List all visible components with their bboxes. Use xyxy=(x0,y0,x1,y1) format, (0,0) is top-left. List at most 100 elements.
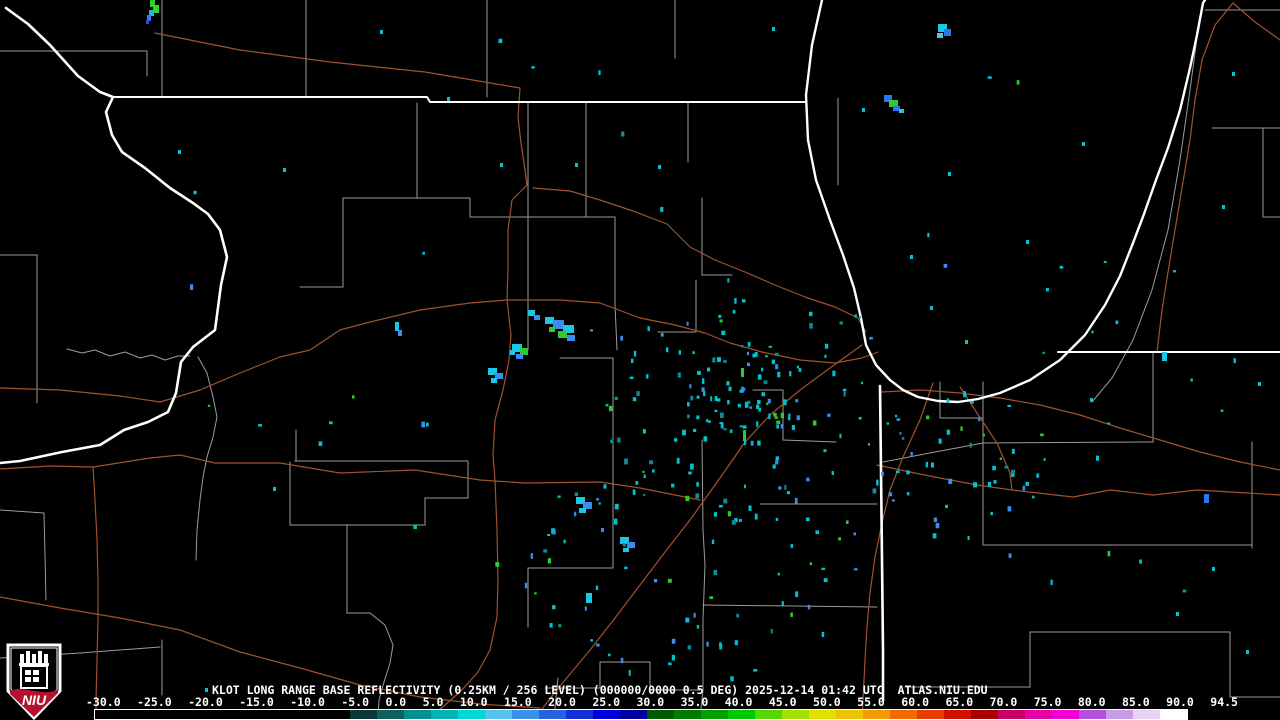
colorbar-tick-label: -5.0 xyxy=(341,695,370,709)
radar-echo xyxy=(714,409,718,413)
radar-echo xyxy=(899,109,904,113)
radar-echo xyxy=(543,549,548,553)
colorbar-segment xyxy=(809,710,836,719)
radar-echo xyxy=(910,451,913,456)
colorbar-segment xyxy=(350,710,377,719)
radar-echo xyxy=(930,462,934,468)
radar-echo xyxy=(1007,404,1012,408)
radar-echo xyxy=(552,530,556,535)
radar-echo xyxy=(993,480,997,484)
radar-echo xyxy=(805,517,810,522)
radar-echo xyxy=(795,591,799,598)
radar-echo xyxy=(761,367,764,372)
radar-echo xyxy=(775,456,779,461)
radar-echo xyxy=(812,420,817,426)
radar-echo xyxy=(1090,398,1093,402)
radar-echo xyxy=(630,358,634,364)
radar-echo xyxy=(395,322,399,331)
radar-echo xyxy=(757,399,761,405)
radar-echo xyxy=(987,481,992,487)
radar-echo xyxy=(1032,495,1035,499)
radar-echo xyxy=(727,399,730,405)
radar-echo xyxy=(742,425,747,429)
radar-echo xyxy=(1022,485,1026,491)
radar-echo xyxy=(824,354,827,358)
radar-echo xyxy=(967,536,970,540)
radar-echo xyxy=(703,436,708,442)
radar-echo xyxy=(756,421,759,427)
radar-echo xyxy=(992,465,996,471)
colorbar-tick-label: 0.0 xyxy=(385,695,407,709)
radar-echo xyxy=(687,414,690,419)
radar-echo xyxy=(718,314,722,318)
radar-echo xyxy=(713,512,718,517)
radar-echo xyxy=(668,662,672,666)
colorbar-segment xyxy=(1052,710,1079,719)
radar-echo xyxy=(717,398,721,402)
radar-echo xyxy=(791,424,795,431)
radar-echo xyxy=(1172,270,1177,273)
radar-echo xyxy=(689,384,692,389)
radar-echo xyxy=(895,470,900,473)
colorbar-tick-label: -30.0 xyxy=(86,695,121,709)
radar-echo xyxy=(774,460,779,465)
radar-echo xyxy=(821,631,825,638)
radar-echo xyxy=(598,502,601,505)
radar-echo xyxy=(510,350,515,355)
radar-echo xyxy=(741,345,744,348)
radar-echo xyxy=(447,97,450,101)
radar-echo xyxy=(737,403,741,408)
radar-echo xyxy=(741,299,746,303)
radar-echo xyxy=(660,206,664,212)
radar-echo xyxy=(809,562,812,566)
radar-echo xyxy=(696,625,700,629)
colorbar-tick-label: 60.0 xyxy=(901,695,929,709)
colorbar-tick-label: 55.0 xyxy=(857,695,885,709)
radar-echo xyxy=(696,482,699,487)
radar-echo xyxy=(696,395,700,399)
radar-echo xyxy=(693,612,696,618)
radar-echo xyxy=(1222,205,1225,209)
radar-echo xyxy=(893,106,900,111)
radar-echo xyxy=(756,404,760,410)
radar-echo xyxy=(946,429,950,435)
colorbar-tick-label: -20.0 xyxy=(188,695,223,709)
radar-echo xyxy=(380,30,383,34)
radar-echo xyxy=(743,430,746,441)
colorbar-tick-label: 65.0 xyxy=(945,695,974,709)
radar-echo xyxy=(831,471,834,475)
colorbar-tick-label: 30.0 xyxy=(636,695,665,709)
radar-echo xyxy=(1045,287,1049,292)
radar-echo xyxy=(795,399,799,403)
radar-echo xyxy=(596,643,600,647)
radar-echo xyxy=(767,398,771,404)
radar-echo xyxy=(1190,378,1193,382)
colorbar-segment xyxy=(674,710,701,719)
radar-echo xyxy=(775,364,779,370)
radar-echo xyxy=(1043,458,1046,461)
radar-echo xyxy=(579,508,586,513)
radar-echo xyxy=(705,419,709,422)
radar-echo xyxy=(528,310,535,316)
radar-echo xyxy=(682,429,686,436)
radar-echo xyxy=(727,278,730,283)
radar-echo xyxy=(872,488,877,494)
radar-echo xyxy=(696,415,700,420)
radar-echo xyxy=(610,439,614,444)
radar-echo xyxy=(853,568,858,571)
radar-echo xyxy=(549,623,553,628)
radar-echo xyxy=(1176,612,1179,616)
radar-echo xyxy=(690,463,694,470)
radar-echo xyxy=(653,578,658,583)
radar-echo xyxy=(770,628,773,634)
radar-echo xyxy=(642,470,645,473)
radar-echo xyxy=(788,413,791,417)
radar-echo xyxy=(776,424,780,429)
radar-echo xyxy=(660,333,664,337)
radar-echo xyxy=(695,493,700,499)
radar-echo xyxy=(868,443,871,446)
radar-echo xyxy=(719,643,723,650)
radar-echo xyxy=(778,486,782,490)
colorbar-tick-labels: -30.0 -25.0 -20.0 -15.0 -10.0 -5.0 0.0 5.0 10.0 1… xyxy=(86,696,1238,709)
radar-echo xyxy=(1025,481,1030,486)
